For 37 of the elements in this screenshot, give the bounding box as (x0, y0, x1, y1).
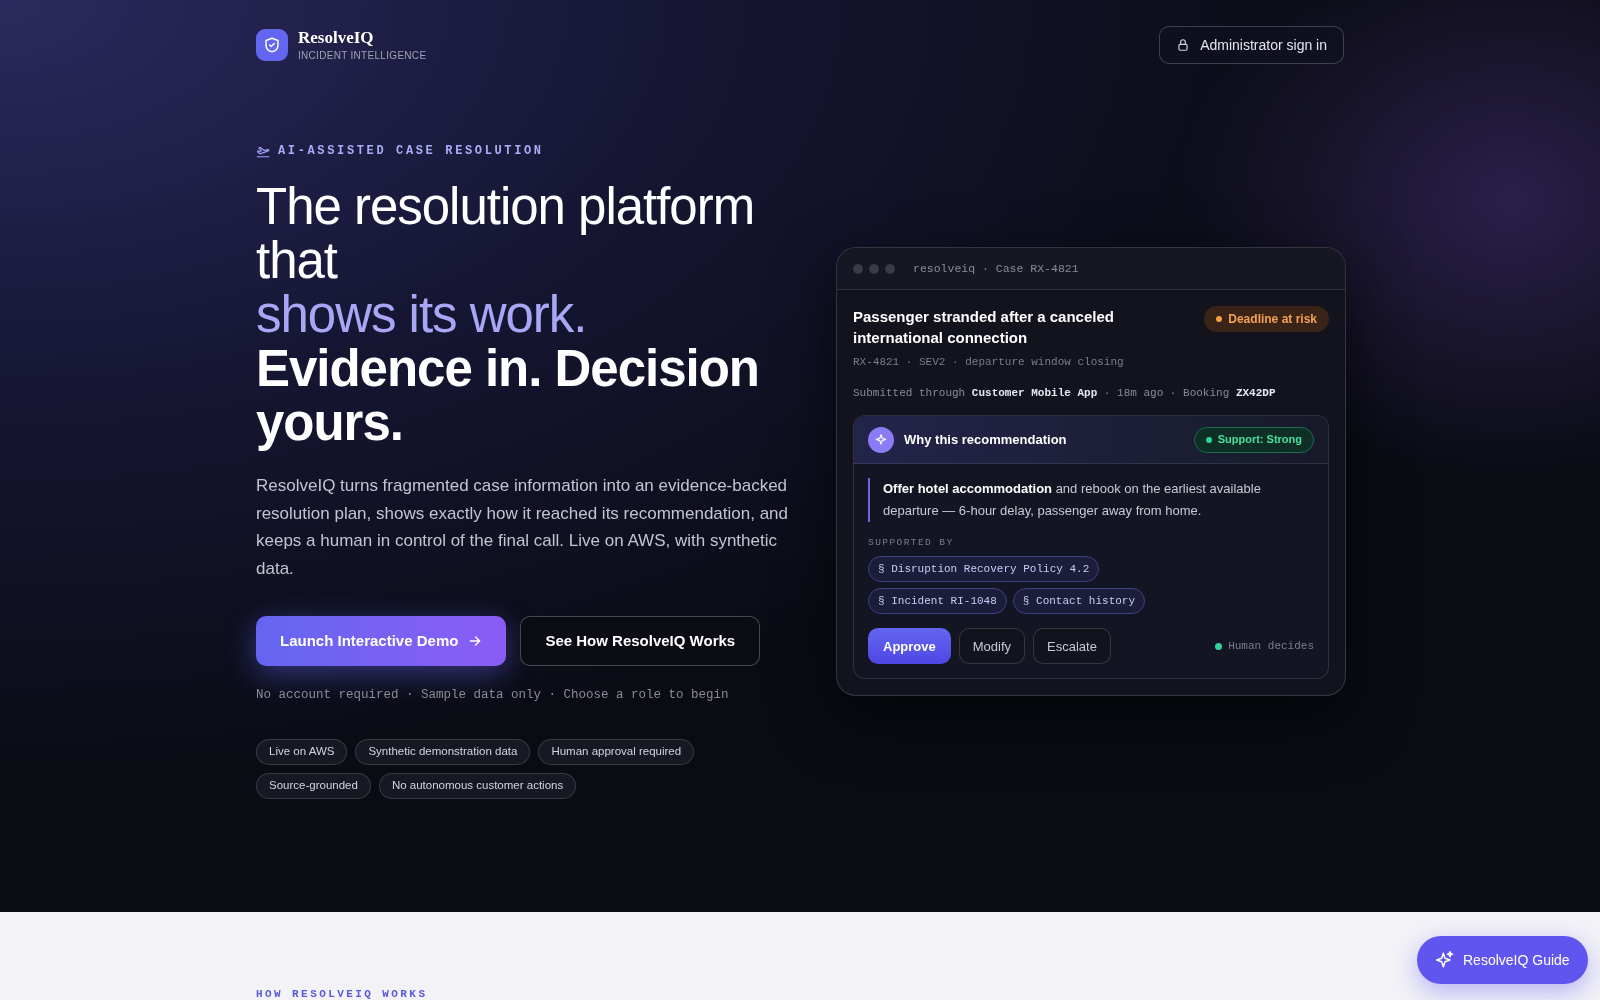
sparkle-icon (1435, 950, 1455, 970)
window-title: resolveiq · Case RX-4821 (913, 260, 1079, 277)
hero-note: No account required · Sample data only · Choose a role to begin (256, 687, 730, 704)
case-meta: RX-4821 · SEV2 · departure window closing (853, 355, 1125, 370)
decision-note: Human decides (1228, 639, 1314, 654)
supported-by-label: SUPPORTED BY (868, 536, 954, 550)
feature-tag: No autonomous customer actions (378, 772, 577, 799)
hero-description: ResolveIQ turns fragmented case information into an evidence-backed resolution plan, shows exactly how it reached its recommendation, and keeps a human in control of the final call. Live on AWS, with synthetic data. (256, 475, 789, 580)
sign-in-button[interactable]: Administrator sign in (1159, 26, 1344, 64)
how-it-works-button[interactable]: See How ResolveIQ Works (520, 616, 761, 666)
plane-icon (256, 144, 270, 158)
action-button[interactable]: Escalate (1033, 628, 1111, 665)
hero-headline: The resolution platform that shows its work. Evidence in. Decision yours. (256, 180, 760, 450)
submission-info: Submitted through Customer Mobile App · 18m ago · Booking ZX42DP (853, 385, 1277, 401)
arrow-icon (468, 634, 483, 648)
source-chip[interactable]: § Incident RI-1048 (868, 588, 1007, 615)
feature-tag: Synthetic demonstration data (355, 738, 531, 765)
source-chip[interactable]: § Contact history (1012, 588, 1146, 615)
brand-tagline: INCIDENT INTELLIGENCE (298, 48, 427, 63)
status-badge: Deadline at risk (1204, 306, 1329, 332)
lock-icon (1176, 38, 1191, 52)
case-title: Passenger stranded after a canceled international connection (853, 307, 1115, 348)
source-chip[interactable]: § Disruption Recovery Policy 4.2 (868, 556, 1100, 583)
recommendation-heading: Why this recommendation (904, 430, 1067, 449)
support-badge: Support: Strong (1193, 426, 1314, 453)
feature-tag: Source-grounded (256, 772, 371, 799)
action-button[interactable]: Modify (958, 628, 1026, 665)
eyebrow-label: AI-ASSISTED CASE RESOLUTION (278, 143, 544, 160)
section-label: HOW RESOLVEIQ WORKS (256, 989, 428, 1000)
logo-icon (256, 29, 288, 61)
feature-tag: Human approval required (538, 738, 695, 765)
demo-button[interactable]: Launch Interactive Demo (256, 616, 507, 666)
recommendation-text: Offer hotel accommodation and rebook on the earliest available departure — 6-hour delay, passenger away from home. (883, 480, 1262, 520)
sparkle-icon (868, 426, 894, 453)
brand-name: ResolveIQ (298, 27, 375, 48)
approve-button[interactable]: Approve (868, 628, 951, 665)
guide-button[interactable]: ResolveIQ Guide (1417, 936, 1588, 984)
